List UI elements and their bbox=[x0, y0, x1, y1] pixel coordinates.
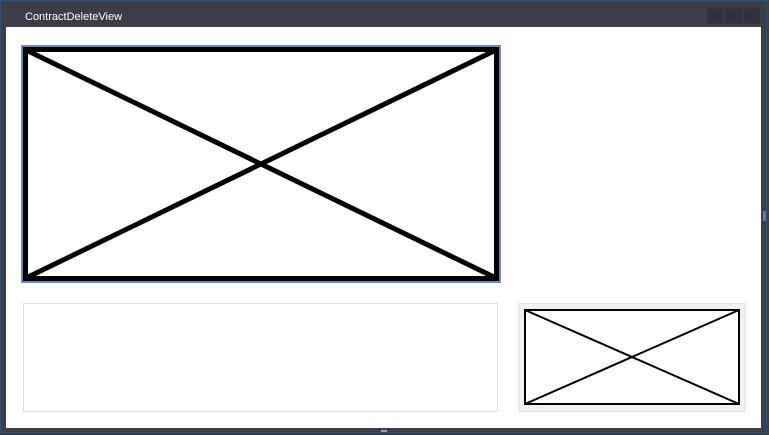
window-title: ContractDeleteView bbox=[25, 11, 123, 23]
app-window: ContractDeleteView bbox=[0, 0, 767, 433]
text-area[interactable] bbox=[23, 303, 498, 412]
close-button[interactable] bbox=[743, 8, 760, 24]
content-area bbox=[6, 27, 761, 428]
resize-grip-right[interactable] bbox=[763, 211, 766, 221]
thumbnail-frame[interactable] bbox=[518, 303, 746, 412]
title-bar[interactable]: ContractDeleteView bbox=[1, 1, 766, 27]
maximize-button[interactable] bbox=[725, 8, 742, 24]
thumbnail-image-placeholder bbox=[524, 309, 740, 405]
image-placeholder-icon bbox=[23, 47, 499, 281]
image-placeholder-icon bbox=[524, 309, 740, 405]
main-image-placeholder[interactable] bbox=[21, 45, 501, 283]
resize-grip-bottom[interactable] bbox=[381, 430, 387, 432]
minimize-button[interactable] bbox=[707, 8, 724, 24]
